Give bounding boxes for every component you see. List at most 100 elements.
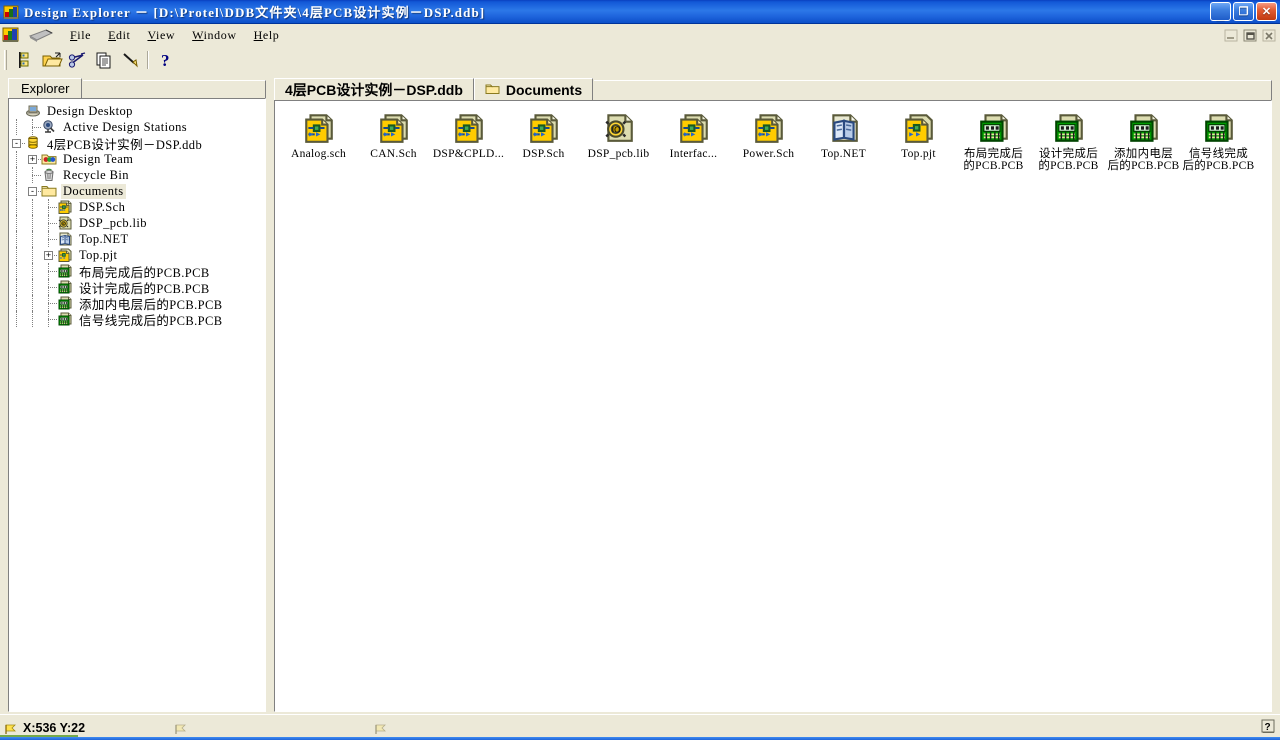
question-help-icon[interactable]: ? bbox=[1261, 719, 1276, 735]
tab-documents-label: Documents bbox=[505, 81, 583, 98]
tree-indent bbox=[25, 119, 41, 135]
tree-indent bbox=[9, 183, 25, 199]
tree-indent bbox=[9, 279, 25, 295]
pcb-doc-icon bbox=[57, 311, 75, 327]
file-item[interactable]: DSP.Sch bbox=[506, 109, 581, 172]
tree-indent bbox=[25, 167, 41, 183]
svg-text:IO: IO bbox=[62, 221, 66, 226]
tree-indent bbox=[41, 215, 57, 231]
menu-window[interactable]: Window bbox=[184, 26, 244, 45]
mdi-restore-icon[interactable] bbox=[1241, 27, 1257, 42]
tree-item-label: Recycle Bin bbox=[63, 167, 129, 182]
schematic-doc-icon bbox=[302, 111, 336, 145]
menu-file[interactable]: File bbox=[62, 26, 99, 45]
file-item[interactable]: Interfac... bbox=[656, 109, 731, 172]
mdi-window-controls bbox=[1222, 27, 1276, 42]
scissors-icon[interactable] bbox=[65, 48, 91, 72]
file-item[interactable]: 设计完成后 的PCB.PCB bbox=[1031, 109, 1106, 172]
tree-item-label: Active Design Stations bbox=[63, 119, 188, 134]
folder-open-icon bbox=[41, 183, 59, 199]
file-item[interactable]: Top.pjt bbox=[881, 109, 956, 172]
schematic-doc-icon bbox=[57, 199, 75, 215]
pcb-doc-icon bbox=[57, 263, 75, 279]
tree-expander[interactable]: + bbox=[28, 155, 37, 164]
mdi-minimize-icon[interactable] bbox=[1222, 27, 1238, 42]
explorer-tree[interactable]: Design Desktop Active Design Stations - bbox=[8, 98, 266, 712]
tree-item[interactable]: 信号线完成后的PCB.PCB bbox=[9, 311, 265, 328]
pcb-doc-icon bbox=[57, 295, 75, 311]
tree-item[interactable]: Top.NET bbox=[9, 231, 265, 247]
pcb-doc-icon bbox=[1052, 111, 1086, 145]
protel-document-icon[interactable] bbox=[2, 26, 20, 44]
tab-documents[interactable]: Documents bbox=[473, 78, 594, 100]
tab-explorer[interactable]: Explorer bbox=[8, 78, 83, 98]
tree-item[interactable]: DSP.Sch bbox=[9, 199, 265, 215]
netlist-doc-icon bbox=[827, 111, 861, 145]
toolbar-grip[interactable] bbox=[4, 50, 7, 70]
tree-item[interactable]: - Documents bbox=[9, 183, 265, 199]
folder-icon bbox=[485, 82, 500, 98]
menu-help[interactable]: Help bbox=[246, 26, 288, 45]
file-item[interactable]: Analog.sch bbox=[281, 109, 356, 172]
file-item-label: Power.Sch bbox=[742, 148, 795, 160]
document-tab-row: 4层PCB设计实例－DSP.ddb Documents bbox=[274, 78, 1272, 100]
question-mark-icon[interactable]: ? bbox=[153, 48, 179, 72]
tree-item[interactable]: + Design Team bbox=[9, 151, 265, 167]
file-item[interactable]: 布局完成后 的PCB.PCB bbox=[956, 109, 1031, 172]
tree-indent bbox=[25, 295, 41, 311]
file-item[interactable]: 添加内电层 后的PCB.PCB bbox=[1106, 109, 1181, 172]
tree-indent bbox=[25, 231, 41, 247]
close-button[interactable]: ✕ bbox=[1256, 2, 1277, 21]
status-pane-3 bbox=[370, 718, 970, 738]
toolbar-separator bbox=[147, 51, 149, 69]
tree-indent bbox=[25, 279, 41, 295]
file-item[interactable]: Top.NET bbox=[806, 109, 881, 172]
file-item[interactable]: DSP&CPLD... bbox=[431, 109, 506, 172]
tree-expander-well: + bbox=[41, 247, 57, 263]
svg-text:?: ? bbox=[1265, 722, 1271, 733]
tree-indent bbox=[41, 279, 57, 295]
copy-pages-icon[interactable] bbox=[91, 48, 117, 72]
file-item[interactable]: 信号线完成 后的PCB.PCB bbox=[1181, 109, 1256, 172]
explorer-tree-icon[interactable] bbox=[13, 48, 39, 72]
file-item[interactable]: CAN.Sch bbox=[356, 109, 431, 172]
tree-indent bbox=[9, 167, 25, 183]
tree-item[interactable]: - 4层PCB设计实例－DSP.ddb bbox=[9, 135, 265, 152]
tree-indent bbox=[9, 263, 25, 279]
tree-indent bbox=[41, 199, 57, 215]
design-desktop-icon bbox=[25, 103, 43, 119]
tree-expander[interactable]: - bbox=[12, 139, 21, 148]
tree-indent bbox=[9, 295, 25, 311]
tree-indent bbox=[41, 231, 57, 247]
tree-item-label: DSP.Sch bbox=[79, 199, 126, 214]
schematic-doc-icon bbox=[527, 111, 561, 145]
documents-file-grid: Analog.sch CAN.Sch DSP&CPLD... DSP.Sch I… bbox=[275, 101, 1271, 172]
menu-edit[interactable]: Edit bbox=[100, 26, 138, 45]
pcb-doc-icon bbox=[977, 111, 1011, 145]
tree-expander[interactable]: + bbox=[44, 251, 53, 260]
tree-item[interactable]: IO DSP_pcb.lib bbox=[9, 215, 265, 231]
open-folder-icon[interactable] bbox=[39, 48, 65, 72]
tree-expander-well: - bbox=[9, 135, 25, 151]
file-item-label: 信号线完成 后的PCB.PCB bbox=[1182, 148, 1255, 172]
documents-icon-view[interactable]: Analog.sch CAN.Sch DSP&CPLD... DSP.Sch I… bbox=[274, 100, 1272, 712]
file-item[interactable]: Power.Sch bbox=[731, 109, 806, 172]
file-item-label: CAN.Sch bbox=[370, 148, 417, 160]
paste-pencil-icon[interactable] bbox=[117, 48, 143, 72]
tree-item[interactable]: Design Desktop bbox=[9, 103, 265, 119]
tree-indent bbox=[9, 247, 25, 263]
tree-expander-well: - bbox=[25, 183, 41, 199]
minimize-button[interactable]: _ bbox=[1210, 2, 1231, 21]
tree-expander[interactable]: - bbox=[28, 187, 37, 196]
tree-indent bbox=[9, 151, 25, 167]
mdi-close-icon[interactable] bbox=[1260, 27, 1276, 42]
tree-indent bbox=[9, 119, 25, 135]
restore-button[interactable]: ❐ bbox=[1233, 2, 1254, 21]
svg-text:IO: IO bbox=[611, 124, 620, 134]
tree-item[interactable]: Recycle Bin bbox=[9, 167, 265, 183]
tab-ddb-root[interactable]: 4层PCB设计实例－DSP.ddb bbox=[274, 78, 474, 100]
menu-view[interactable]: View bbox=[139, 26, 183, 45]
explorer-tab-filler bbox=[83, 80, 266, 98]
file-item[interactable]: IO DSP_pcb.lib bbox=[581, 109, 656, 172]
yellow-flag-cursor-icon bbox=[4, 722, 18, 734]
